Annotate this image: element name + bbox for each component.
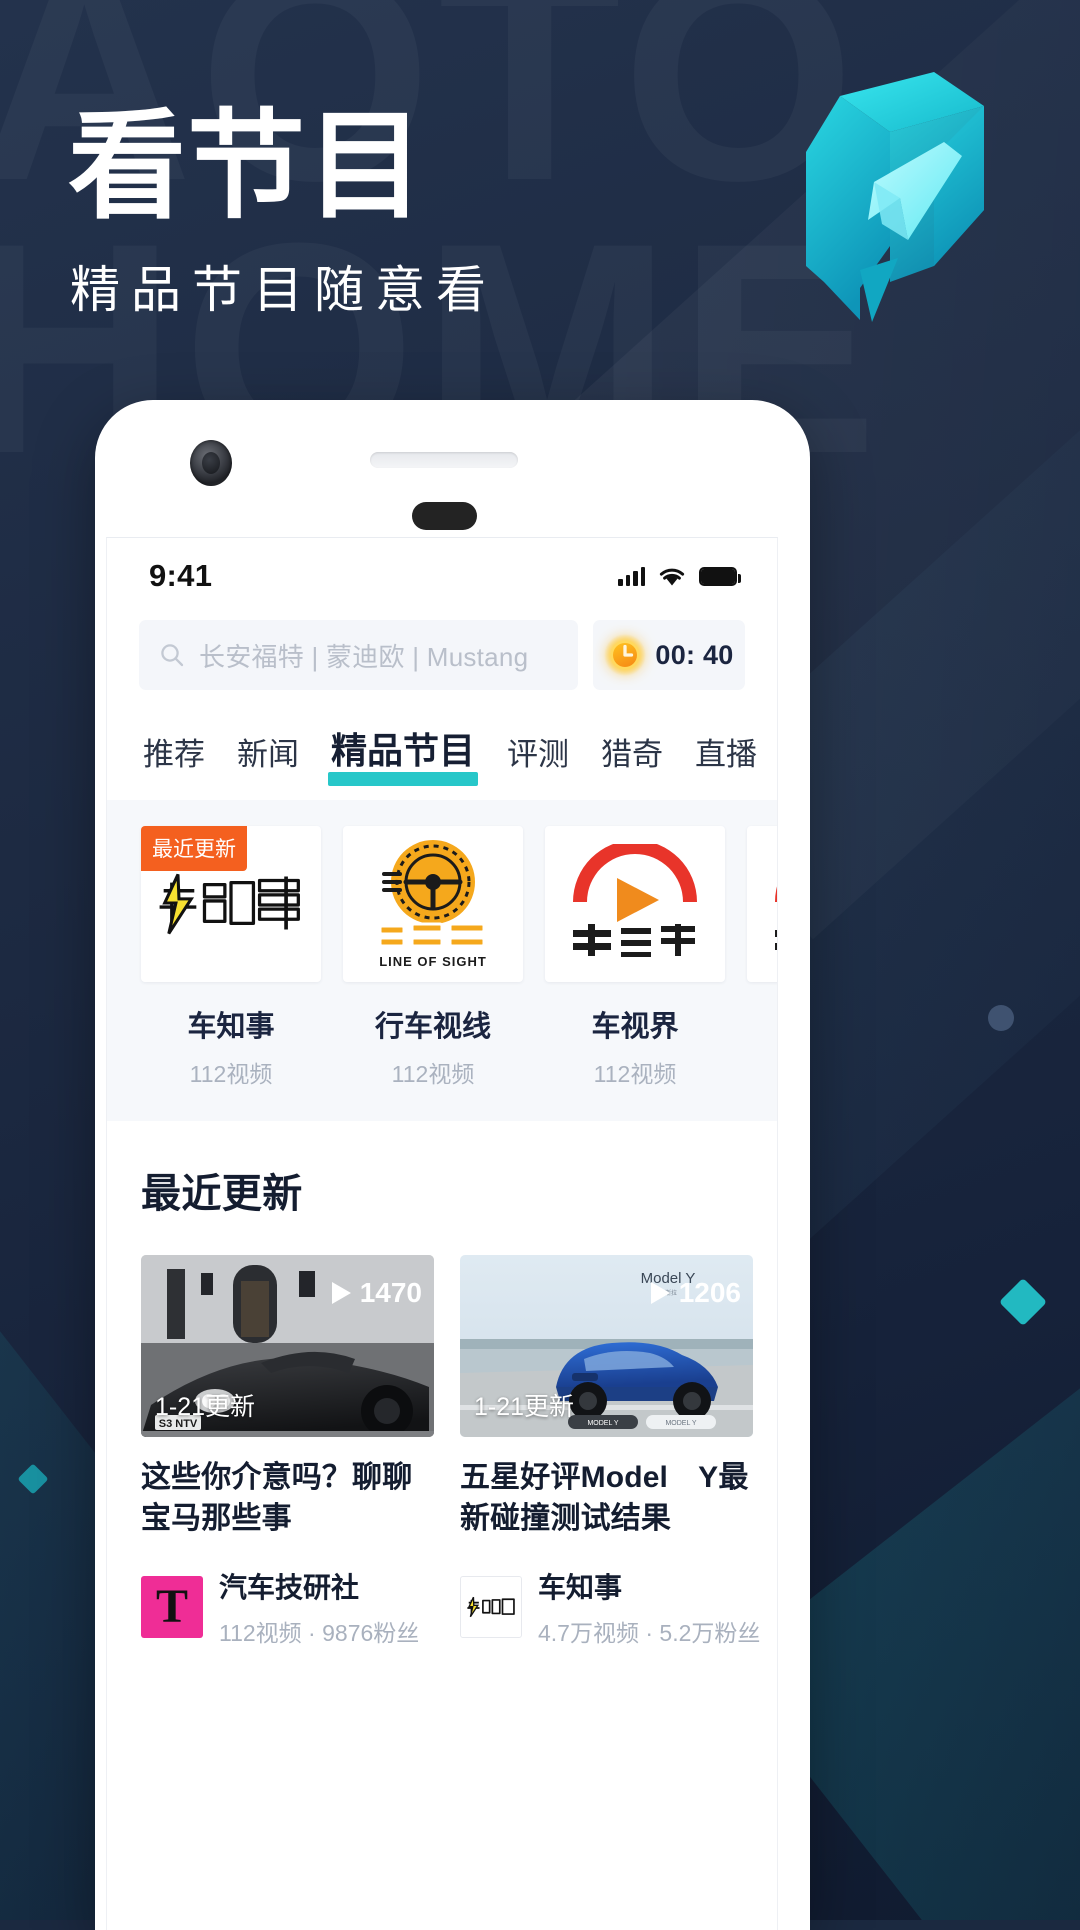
countdown-timer[interactable]: 00: 40 — [593, 620, 745, 690]
search-icon — [161, 644, 184, 667]
recent-updates-section: 最近更新 S3 NTV 1470 1-21更新 这些你介意吗？聊聊宝马那些事 T… — [107, 1121, 777, 1648]
section-title: 最近更新 — [141, 1172, 303, 1216]
program-name: 车视界 — [591, 1011, 679, 1043]
video-thumbnail[interactable]: Model Y 特斯拉 MODEL Y MODEL Y 1206 1-21更新 — [460, 1255, 753, 1437]
play-count-value: 1206 — [678, 1277, 741, 1308]
program-carousel-section: 最近更新 车知事 112视频 LINE OF SIGHT 行车视线 112视频 … — [107, 800, 777, 1121]
play-bubble-3d-icon — [806, 72, 984, 322]
status-time: 9:41 — [149, 558, 213, 593]
battery-full-icon — [699, 566, 741, 586]
chezhishi-logo-icon — [467, 1596, 515, 1617]
author-meta: 汽车技研社 112视频 · 9876粉丝 — [219, 1566, 419, 1648]
program-video-count: 112视频 — [593, 1061, 677, 1087]
tab-pingce[interactable]: 评测 — [507, 729, 569, 786]
avatar-letter: T — [155, 1579, 188, 1633]
tab-xinwen[interactable]: 新闻 — [237, 729, 299, 786]
program-carousel[interactable]: 最近更新 车知事 112视频 LINE OF SIGHT 行车视线 112视频 … — [107, 826, 777, 1089]
phone-mockup: 9:41 长安福特 | 蒙迪欧 | Mustang 00: 40 推荐 新闻 精… — [95, 400, 810, 1930]
cheshijie-logo-icon — [573, 844, 697, 957]
decor-dot — [988, 1005, 1014, 1031]
earpiece-grille-icon — [370, 452, 518, 468]
program-name: 车视界 — [747, 1003, 777, 1045]
video-title[interactable]: 五星好评Model Y最新碰撞测试结果 — [460, 1457, 753, 1540]
wifi-icon — [659, 568, 685, 585]
program-card[interactable]: LINE OF SIGHT 行车视线 112视频 — [343, 826, 523, 1089]
author-stats: 4.7万视频 · 5.2万粉丝 — [538, 1619, 761, 1646]
timer-value: 00: 40 — [655, 639, 734, 670]
play-count-value: 1470 — [359, 1277, 422, 1308]
category-tabs: 推荐 新闻 精品节目 评测 猎奇 直播 — [107, 720, 777, 786]
program-video-count: 112视频 — [391, 1061, 475, 1087]
page-subtitle: 精品节目随意看 — [70, 262, 497, 318]
status-bar: 9:41 — [107, 538, 777, 614]
video-grid: S3 NTV 1470 1-21更新 这些你介意吗？聊聊宝马那些事 T 汽车技研… — [141, 1255, 760, 1648]
app-screen: 9:41 长安福特 | 蒙迪欧 | Mustang 00: 40 推荐 新闻 精… — [106, 537, 778, 1930]
author-name: 车知事 — [538, 1571, 623, 1603]
video-card[interactable]: Model Y 特斯拉 MODEL Y MODEL Y 1206 1-21更新 — [460, 1255, 761, 1648]
video-title[interactable]: 这些你介意吗？聊聊宝马那些事 — [141, 1457, 434, 1540]
program-card[interactable]: 车视界 112视频 — [545, 826, 725, 1089]
play-icon — [331, 1282, 351, 1304]
page-title: 看节目 — [68, 101, 426, 233]
clock-icon — [604, 634, 647, 676]
video-thumbnail[interactable]: S3 NTV 1470 1-21更新 — [141, 1255, 434, 1437]
xingchesight-logo-icon: LINE OF SIGHT — [378, 840, 487, 969]
status-icons — [618, 566, 741, 587]
tab-tuijian[interactable]: 推荐 — [143, 729, 205, 786]
program-thumbnail: LINE OF SIGHT — [343, 826, 523, 982]
tab-lieqi[interactable]: 猎奇 — [601, 729, 663, 786]
notch-pill-icon — [412, 502, 477, 530]
program-name: 车知事 — [187, 1011, 275, 1043]
play-count: 1206 — [650, 1277, 741, 1309]
cellular-signal-icon — [618, 566, 645, 586]
recently-updated-badge: 最近更新 — [141, 826, 247, 871]
search-input[interactable]: 长安福特 | 蒙迪欧 | Mustang — [139, 620, 578, 690]
search-placeholder: 长安福特 | 蒙迪欧 | Mustang — [199, 641, 529, 672]
program-card[interactable]: 车视界 112视频 — [747, 826, 777, 1089]
svg-text:LINE OF SIGHT: LINE OF SIGHT — [379, 954, 487, 969]
program-video-count: 112视频 — [747, 1055, 777, 1089]
author-stats: 112视频 · 9876粉丝 — [219, 1619, 420, 1646]
program-card[interactable]: 最近更新 车知事 112视频 — [141, 826, 321, 1089]
video-author[interactable]: T 汽车技研社 112视频 · 9876粉丝 — [141, 1566, 434, 1648]
play-count: 1470 — [331, 1277, 422, 1309]
video-card[interactable]: S3 NTV 1470 1-21更新 这些你介意吗？聊聊宝马那些事 T 汽车技研… — [141, 1255, 434, 1648]
video-update-label: 1-21更新 — [474, 1393, 575, 1421]
program-name: 行车视线 — [374, 1011, 491, 1043]
program-video-count: 112视频 — [189, 1061, 273, 1087]
play-icon — [650, 1282, 670, 1304]
search-row: 长安福特 | 蒙迪欧 | Mustang 00: 40 — [107, 620, 777, 690]
author-meta: 车知事 4.7万视频 · 5.2万粉丝 — [538, 1566, 761, 1648]
front-camera-icon — [190, 440, 232, 486]
hero-banner: 看节目 精品节目随意看 — [0, 0, 1080, 400]
svg-text:MODEL Y: MODEL Y — [665, 1420, 696, 1427]
program-thumbnail — [747, 826, 777, 982]
tab-zhibo[interactable]: 直播 — [695, 729, 757, 786]
svg-text:MODEL Y: MODEL Y — [587, 1420, 618, 1427]
author-name: 汽车技研社 — [219, 1571, 360, 1603]
t-avatar-icon: T — [141, 1575, 203, 1638]
chezhishi-logo-icon — [159, 873, 300, 935]
program-thumbnail: 最近更新 — [141, 826, 321, 982]
tab-jingpinjiemu[interactable]: 精品节目 — [327, 722, 479, 786]
video-update-label: 1-21更新 — [155, 1393, 256, 1421]
chezhishi-avatar-icon — [460, 1575, 522, 1638]
cheshijie-logo-icon — [775, 886, 777, 950]
program-thumbnail — [545, 826, 725, 982]
video-author[interactable]: 车知事 4.7万视频 · 5.2万粉丝 — [460, 1566, 761, 1648]
